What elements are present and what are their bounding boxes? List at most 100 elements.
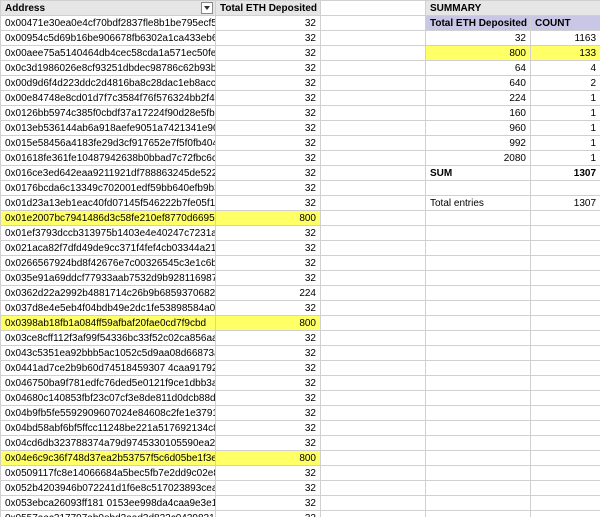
eth-cell[interactable]: 32 [216, 466, 321, 481]
eth-cell[interactable]: 32 [216, 61, 321, 76]
eth-cell[interactable]: 32 [216, 406, 321, 421]
table-row[interactable]: 0x04b9fb5fe5592909607024e84608c2fe1e3791… [1, 406, 321, 421]
eth-cell[interactable]: 32 [216, 16, 321, 31]
table-row[interactable]: 0x037d8e4e5eb4f04bdb49e2dc1fe53898584a00… [1, 301, 321, 316]
address-cell[interactable]: 0x0c3d1986026e8cf93251dbdec98786c62b93b1… [1, 61, 216, 76]
table-row[interactable]: 0x046750ba9f781edfc76ded5e0121f9ce1dbb3a… [1, 376, 321, 391]
eth-cell[interactable]: 32 [216, 91, 321, 106]
eth-cell[interactable]: 32 [216, 121, 321, 136]
table-row[interactable]: 0x021aca82f7dfd49de9cc371f4fef4cb03344a2… [1, 241, 321, 256]
address-cell[interactable]: 0x04680c140853fbf23c07cf3e8de811d0dcb88d… [1, 391, 216, 406]
address-cell[interactable]: 0x04b9fb5fe5592909607024e84608c2fe1e3791… [1, 406, 216, 421]
address-cell[interactable]: 0x046750ba9f781edfc76ded5e0121f9ce1dbb3a… [1, 376, 216, 391]
table-row[interactable]: 0x04cd6db323788374a79d9745330105590ea216… [1, 436, 321, 451]
table-row[interactable]: 0x016ce3ed642eaa9211921df788863245de522b… [1, 166, 321, 181]
eth-cell[interactable]: 32 [216, 76, 321, 91]
summary-eth-cell[interactable]: 800 [426, 46, 531, 61]
eth-cell[interactable]: 32 [216, 511, 321, 517]
summary-count-cell[interactable]: 1 [531, 91, 600, 106]
table-row[interactable]: 0x0398ab18fb1a084ff59afbaf20fae0cd7f9cbd… [1, 316, 321, 331]
eth-cell[interactable]: 32 [216, 361, 321, 376]
summary-count-cell[interactable]: 4 [531, 61, 600, 76]
table-row[interactable]: 0x0509117fc8e14066684a5bec5fb7e2dd9c02e8… [1, 466, 321, 481]
table-row[interactable]: 0x043c5351ea92bbb5ac1052c5d9aa08d66873a8… [1, 346, 321, 361]
table-row[interactable]: 0x052b4203946b072241d1f6e8c517023893cea8… [1, 481, 321, 496]
address-cell[interactable]: 0x04e6c9c36f748d37ea2b53757f5c6d05be1f3e… [1, 451, 216, 466]
summary-count-cell[interactable]: 1 [531, 151, 600, 166]
table-row[interactable]: 0x00d9d6f4d223ddc2d4816ba8c28dac1eb8acc0… [1, 76, 321, 91]
eth-cell[interactable]: 32 [216, 496, 321, 511]
summary-row[interactable]: 20801 [321, 151, 600, 166]
table-row[interactable]: 0x015e58456a4183fe29d3cf917652e7f5f0fb40… [1, 136, 321, 151]
table-row[interactable]: 0x0266567924bd8f42676e7c00326545c3e1c6b3… [1, 256, 321, 271]
table-row[interactable]: 0x035e91a69ddcf77933aab7532d9b9281169872… [1, 271, 321, 286]
address-cell[interactable]: 0x0176bcda6c13349c702001edf59bb640efb9b3… [1, 181, 216, 196]
table-row[interactable]: 0x03ce8cff112f3af99f54336bc33f52c02ca856… [1, 331, 321, 346]
summary-eth-cell[interactable]: 640 [426, 76, 531, 91]
address-cell[interactable]: 0x0362d22a2992b4881714c26b9b685937068208… [1, 286, 216, 301]
table-row[interactable]: 0x013eb536144ab6a918aefe9051a7421341e90e… [1, 121, 321, 136]
eth-cell[interactable]: 32 [216, 196, 321, 211]
address-cell[interactable]: 0x052b4203946b072241d1f6e8c517023893cea8… [1, 481, 216, 496]
address-cell[interactable]: 0x043c5351ea92bbb5ac1052c5d9aa08d66873a8… [1, 346, 216, 361]
table-row[interactable]: 0x04e6c9c36f748d37ea2b53757f5c6d05be1f3e… [1, 451, 321, 466]
summary-count-cell[interactable]: 1163 [531, 31, 600, 46]
address-cell[interactable]: 0x04cd6db323788374a79d9745330105590ea216… [1, 436, 216, 451]
filter-button-address[interactable] [201, 2, 213, 14]
table-row[interactable]: 0x04680c140853fbf23c07cf3e8de811d0dcb88d… [1, 391, 321, 406]
address-cell[interactable]: 0x04bd58abf6bf5ffcc11248be221a517692134c… [1, 421, 216, 436]
eth-cell[interactable]: 32 [216, 136, 321, 151]
summary-row[interactable]: 1601 [321, 106, 600, 121]
address-cell[interactable]: 0x0266567924bd8f42676e7c00326545c3e1c6b3… [1, 256, 216, 271]
address-header[interactable]: Address [1, 1, 216, 16]
summary-count-cell[interactable]: 1 [531, 136, 600, 151]
summary-row[interactable]: 6402 [321, 76, 600, 91]
address-cell[interactable]: 0x016ce3ed642eaa9211921df788863245de522b… [1, 166, 216, 181]
table-row[interactable]: 0x00aee75a5140464db4cec58cda1a571ec50fe9… [1, 46, 321, 61]
eth-cell[interactable]: 800 [216, 451, 321, 466]
address-cell[interactable]: 0x053ebca26093ff181 0153ee998da4caa9e3e1… [1, 496, 216, 511]
address-cell[interactable]: 0x0398ab18fb1a084ff59afbaf20fae0cd7f9cbd [1, 316, 216, 331]
eth-cell[interactable]: 32 [216, 181, 321, 196]
address-cell[interactable]: 0x00471e30ea0e4cf70bdf2837fle8b1be795ecf… [1, 16, 216, 31]
address-cell[interactable]: 0x0509117fc8e14066684a5bec5fb7e2dd9c02e8… [1, 466, 216, 481]
table-row[interactable]: 0x0176bcda6c13349c702001edf59bb640efb9b3… [1, 181, 321, 196]
summary-row[interactable]: 2241 [321, 91, 600, 106]
address-cell[interactable]: 0x021aca82f7dfd49de9cc371f4fef4cb03344a2… [1, 241, 216, 256]
summary-eth-cell[interactable]: 992 [426, 136, 531, 151]
summary-count-cell[interactable]: 1 [531, 106, 600, 121]
address-cell[interactable]: 0x00d9d6f4d223ddc2d4816ba8c28dac1eb8acc0… [1, 76, 216, 91]
summary-count-cell[interactable]: 1 [531, 121, 600, 136]
summary-eth-cell[interactable]: 160 [426, 106, 531, 121]
eth-cell[interactable]: 32 [216, 256, 321, 271]
table-row[interactable]: 0x01ef3793dccb313975b1403e4e40247c7231a9… [1, 226, 321, 241]
summary-eth-cell[interactable]: 224 [426, 91, 531, 106]
table-row[interactable]: 0x00e84748e8cd01d7f7c3584f76f576324bb2f4… [1, 91, 321, 106]
summary-row[interactable]: 800133 [321, 46, 600, 61]
total-eth-header[interactable]: Total ETH Deposited [216, 1, 321, 16]
address-cell[interactable]: 0x00954c5d69b16be906678fb6302a1ca433eb6e… [1, 31, 216, 46]
eth-cell[interactable]: 32 [216, 481, 321, 496]
eth-cell[interactable]: 32 [216, 391, 321, 406]
eth-cell[interactable]: 32 [216, 346, 321, 361]
table-row[interactable]: 0x0362d22a2992b4881714c26b9b685937068208… [1, 286, 321, 301]
eth-cell[interactable]: 32 [216, 226, 321, 241]
address-cell[interactable]: 0x013eb536144ab6a918aefe9051a7421341e90e… [1, 121, 216, 136]
table-row[interactable]: 0x0557aac217797ab0ebd3aad3d822c043982165… [1, 511, 321, 517]
eth-cell[interactable]: 32 [216, 271, 321, 286]
eth-cell[interactable]: 32 [216, 241, 321, 256]
summary-count-cell[interactable]: 2 [531, 76, 600, 91]
eth-cell[interactable]: 32 [216, 331, 321, 346]
address-cell[interactable]: 0x03ce8cff112f3af99f54336bc33f52c02ca856… [1, 331, 216, 346]
summary-row[interactable]: 644 [321, 61, 600, 76]
table-row[interactable]: 0x0126bb5974c385f0cbdf37a17224f90d28e5fb… [1, 106, 321, 121]
summary-eth-cell[interactable]: 960 [426, 121, 531, 136]
eth-cell[interactable]: 32 [216, 166, 321, 181]
address-cell[interactable]: 0x01ef3793dccb313975b1403e4e40247c7231a9… [1, 226, 216, 241]
address-cell[interactable]: 0x00e84748e8cd01d7f7c3584f76f576324bb2f4… [1, 91, 216, 106]
eth-cell[interactable]: 32 [216, 376, 321, 391]
summary-eth-cell[interactable]: 2080 [426, 151, 531, 166]
eth-cell[interactable]: 32 [216, 106, 321, 121]
summary-row[interactable]: 321163 [321, 31, 600, 46]
address-cell[interactable]: 0x0557aac217797ab0ebd3aad3d822c043982165… [1, 511, 216, 517]
